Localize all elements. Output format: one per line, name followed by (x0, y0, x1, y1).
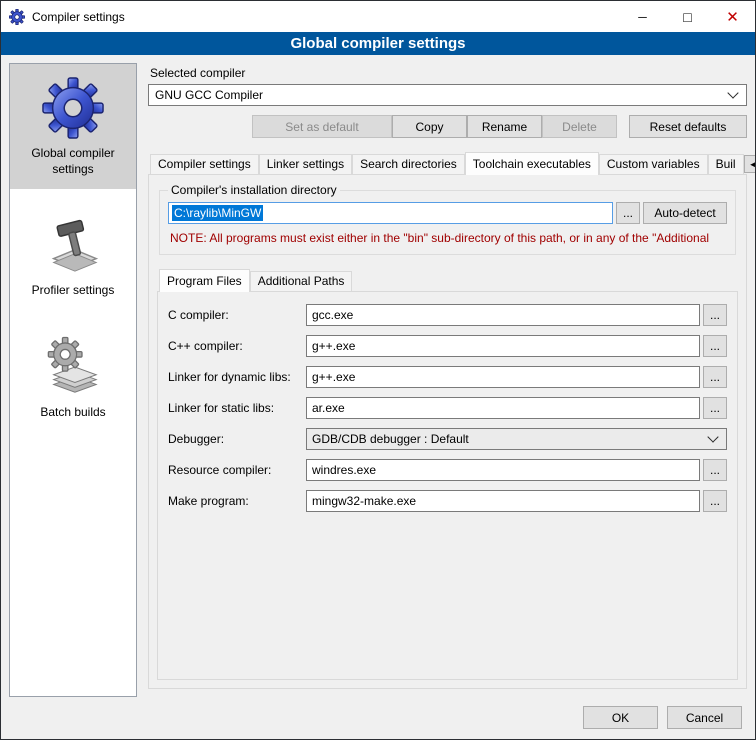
debugger-value: GDB/CDB debugger : Default (312, 432, 469, 446)
resource-compiler-input[interactable]: windres.exe (306, 459, 700, 481)
field-row-resource-compiler: Resource compiler: windres.exe ... (168, 459, 727, 481)
selected-compiler-value: GNU GCC Compiler (155, 88, 263, 102)
static-linker-label: Linker for static libs: (168, 401, 306, 415)
sidebar-item-batch-builds[interactable]: Batch builds (10, 323, 136, 433)
tab-scroll-controls: ◄ ► (744, 155, 756, 174)
program-files-panel: C compiler: gcc.exe ... C++ compiler: g+… (157, 291, 738, 680)
tab-build-options[interactable]: Buil (708, 154, 744, 174)
make-program-input[interactable]: mingw32-make.exe (306, 490, 700, 512)
installation-directory-group: Compiler's installation directory C:\ray… (159, 183, 736, 255)
cpp-compiler-label: C++ compiler: (168, 339, 306, 353)
resource-compiler-browse-button[interactable]: ... (703, 459, 727, 481)
installation-directory-browse-button[interactable]: ... (616, 202, 640, 224)
dynamic-linker-label: Linker for dynamic libs: (168, 370, 306, 384)
settings-tabstrip: Compiler settings Linker settings Search… (148, 152, 747, 174)
dynamic-linker-browse-button[interactable]: ... (703, 366, 727, 388)
c-compiler-browse-button[interactable]: ... (703, 304, 727, 326)
rename-button[interactable]: Rename (467, 115, 542, 138)
static-linker-input[interactable]: ar.exe (306, 397, 700, 419)
make-program-browse-button[interactable]: ... (703, 490, 727, 512)
reset-defaults-button[interactable]: Reset defaults (629, 115, 747, 138)
c-compiler-label: C compiler: (168, 308, 306, 322)
settings-sidebar: Global compiler settings Profiler settin… (9, 63, 137, 697)
field-row-static-linker: Linker for static libs: ar.exe ... (168, 397, 727, 419)
cancel-button[interactable]: Cancel (667, 706, 742, 729)
minimize-button[interactable]: ─ (620, 1, 665, 32)
tab-linker-settings[interactable]: Linker settings (259, 154, 352, 174)
ok-button[interactable]: OK (583, 706, 658, 729)
maximize-icon: □ (683, 9, 691, 25)
debugger-select[interactable]: GDB/CDB debugger : Default (306, 428, 727, 450)
tab-scroll-left-button[interactable]: ◄ (744, 155, 756, 173)
make-program-value: mingw32-make.exe (312, 494, 416, 508)
tab-search-directories[interactable]: Search directories (352, 154, 465, 174)
tab-toolchain-executables[interactable]: Toolchain executables (465, 152, 599, 175)
main-panel: Selected compiler GNU GCC Compiler Set a… (148, 63, 747, 697)
selected-compiler-label: Selected compiler (150, 66, 747, 80)
tab-additional-paths[interactable]: Additional Paths (250, 271, 353, 291)
delete-button[interactable]: Delete (542, 115, 617, 138)
static-linker-browse-button[interactable]: ... (703, 397, 727, 419)
field-row-cpp-compiler: C++ compiler: g++.exe ... (168, 335, 727, 357)
compiler-buttons-row: Set as default Copy Rename Delete Reset … (148, 115, 747, 138)
selected-compiler-dropdown[interactable]: GNU GCC Compiler (148, 84, 747, 106)
installation-directory-input[interactable]: C:\raylib\MinGW (168, 202, 613, 224)
debugger-label: Debugger: (168, 432, 306, 446)
c-compiler-input[interactable]: gcc.exe (306, 304, 700, 326)
minimize-icon: ─ (638, 10, 647, 24)
close-icon: ✕ (726, 8, 739, 26)
dynamic-linker-input[interactable]: g++.exe (306, 366, 700, 388)
resource-compiler-label: Resource compiler: (168, 463, 306, 477)
dynamic-linker-value: g++.exe (312, 370, 355, 384)
field-row-dynamic-linker: Linker for dynamic libs: g++.exe ... (168, 366, 727, 388)
tab-compiler-settings[interactable]: Compiler settings (150, 154, 259, 174)
arrow-left-icon: ◄ (749, 160, 756, 169)
gear-blue-icon (42, 77, 104, 139)
cpp-compiler-value: g++.exe (312, 339, 355, 353)
installation-directory-row: C:\raylib\MinGW ... Auto-detect (168, 202, 727, 224)
installation-note: NOTE: All programs must exist either in … (170, 231, 725, 245)
program-tabstrip: Program Files Additional Paths (157, 269, 738, 291)
profiler-tool-icon (42, 214, 104, 276)
dialog-content: Global compiler settings Profiler settin… (1, 55, 755, 697)
sidebar-item-label: Batch builds (40, 405, 105, 421)
sidebar-item-label: Profiler settings (32, 283, 115, 299)
dialog-header: Global compiler settings (1, 32, 755, 55)
make-program-label: Make program: (168, 494, 306, 508)
cpp-compiler-browse-button[interactable]: ... (703, 335, 727, 357)
installation-directory-group-title: Compiler's installation directory (168, 183, 340, 197)
close-button[interactable]: ✕ (710, 1, 755, 32)
toolchain-executables-panel: Compiler's installation directory C:\ray… (148, 174, 747, 689)
gear-gray-icon (42, 336, 104, 398)
auto-detect-button[interactable]: Auto-detect (643, 202, 727, 224)
selected-text: C:\raylib\MinGW (172, 205, 263, 221)
sidebar-item-profiler-settings[interactable]: Profiler settings (10, 201, 136, 311)
titlebar: Compiler settings ─ □ ✕ (1, 1, 755, 32)
field-row-debugger: Debugger: GDB/CDB debugger : Default (168, 428, 727, 450)
sidebar-item-global-compiler-settings[interactable]: Global compiler settings (10, 64, 136, 189)
resource-compiler-value: windres.exe (312, 463, 376, 477)
compiler-settings-window: Compiler settings ─ □ ✕ Global compiler … (0, 0, 756, 740)
tab-custom-variables[interactable]: Custom variables (599, 154, 708, 174)
tab-program-files[interactable]: Program Files (159, 269, 250, 292)
set-as-default-button[interactable]: Set as default (252, 115, 392, 138)
app-icon (9, 9, 25, 25)
sidebar-item-label: Global compiler settings (13, 146, 133, 177)
static-linker-value: ar.exe (312, 401, 345, 415)
cpp-compiler-input[interactable]: g++.exe (306, 335, 700, 357)
maximize-button[interactable]: □ (665, 1, 710, 32)
window-title: Compiler settings (32, 10, 125, 24)
window-controls: ─ □ ✕ (620, 1, 755, 32)
c-compiler-value: gcc.exe (312, 308, 353, 322)
field-row-make-program: Make program: mingw32-make.exe ... (168, 490, 727, 512)
copy-button[interactable]: Copy (392, 115, 467, 138)
dialog-footer: OK Cancel (1, 697, 755, 739)
field-row-c-compiler: C compiler: gcc.exe ... (168, 304, 727, 326)
